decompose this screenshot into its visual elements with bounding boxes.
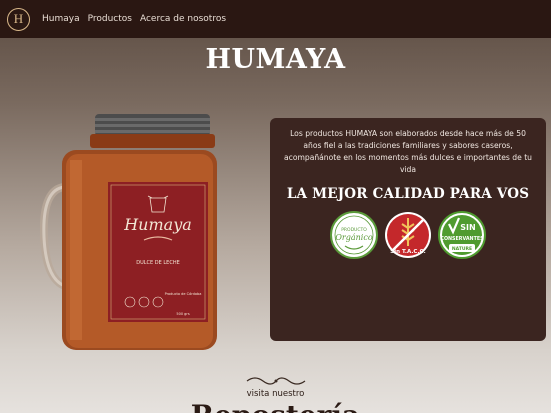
sin-tacc-badge-icon: Sin T.A.C.C. bbox=[385, 212, 431, 258]
sin-conservantes-badge-icon: SIN CONSERVANTES NATURE bbox=[438, 211, 486, 259]
organic-badge-icon: PRODUCTO Orgánico bbox=[330, 211, 378, 259]
top-navbar: H Humaya Productos Acerca de nosotros bbox=[0, 0, 551, 38]
nav-link-acerca[interactable]: Acerca de nosotros bbox=[140, 14, 226, 24]
jar-label-brand: Humaya bbox=[123, 215, 192, 234]
svg-text:CONSERVANTES: CONSERVANTES bbox=[440, 236, 484, 242]
quality-badges: PRODUCTO Orgánico Sin T.A.C.C. SIN CONSE… bbox=[280, 210, 536, 260]
jar-label-origin: Producto de Córdoba bbox=[165, 292, 202, 296]
svg-text:NATURE: NATURE bbox=[452, 246, 472, 252]
jar-label-weight: 500 grs bbox=[176, 312, 189, 316]
reposteria-title: Repostería bbox=[0, 400, 551, 413]
svg-text:SIN: SIN bbox=[460, 223, 475, 232]
nav-link-productos[interactable]: Productos bbox=[88, 14, 132, 24]
jar-label-product: DULCE DE LECHE bbox=[136, 260, 180, 266]
svg-text:Orgánico: Orgánico bbox=[335, 233, 372, 242]
logo-letter: H bbox=[13, 11, 24, 26]
visit-text: visita nuestro bbox=[246, 389, 305, 399]
info-description: Los productos HUMAYA son elaborados desd… bbox=[284, 129, 532, 174]
info-heading: LA MEJOR CALIDAD PARA VOS bbox=[286, 186, 530, 202]
hero-title: HUMAYA bbox=[205, 44, 346, 75]
svg-text:Sin T.A.C.C.: Sin T.A.C.C. bbox=[390, 249, 425, 255]
dulce-de-leche-jar-image: Humaya DULCE DE LECHE Producto de Córdob… bbox=[40, 114, 217, 350]
flourish-ornament-icon bbox=[246, 377, 305, 385]
brand-logo[interactable]: H bbox=[7, 7, 30, 31]
info-card: Los productos HUMAYA son elaborados desd… bbox=[270, 118, 546, 341]
reposteria-section-header: visita nuestro bbox=[0, 375, 551, 399]
nav-link-humaya[interactable]: Humaya bbox=[42, 14, 80, 24]
